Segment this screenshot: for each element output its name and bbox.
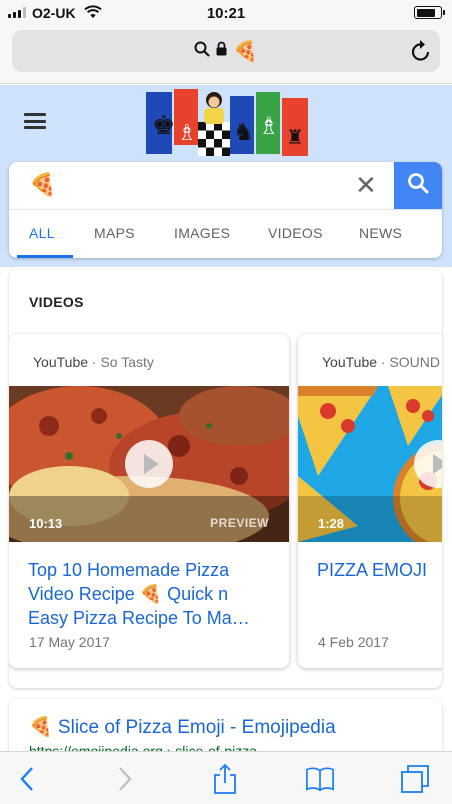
video-source-site: YouTube xyxy=(33,354,89,370)
search-icon xyxy=(194,41,210,62)
address-bar-content: 🍕 xyxy=(12,30,440,72)
video-source: YouTube · So Tasty xyxy=(33,354,154,370)
back-icon[interactable] xyxy=(12,764,42,794)
video-source: YouTube · SOUND E xyxy=(322,354,442,370)
tab-label: VIDEOS xyxy=(268,225,323,241)
tab-label: MAPS xyxy=(94,225,135,241)
battery-icon xyxy=(414,6,445,19)
svg-text:♜: ♜ xyxy=(286,125,304,149)
video-title[interactable]: PIZZA EMOJI xyxy=(317,558,442,582)
bookmarks-icon[interactable] xyxy=(305,764,335,794)
svg-text:♚: ♚ xyxy=(152,111,175,141)
reload-icon[interactable] xyxy=(410,39,432,68)
video-title[interactable]: Top 10 Homemade Pizza Video Recipe 🍕 Qui… xyxy=(28,558,273,630)
video-channel: · So Tasty xyxy=(91,354,154,370)
forward-icon[interactable] xyxy=(110,764,140,794)
browser-toolbar xyxy=(0,751,452,804)
hamburger-icon[interactable] xyxy=(24,113,46,129)
status-bar: O2-UK 10:21 xyxy=(0,0,452,26)
video-source-site: YouTube xyxy=(322,354,378,370)
preview-label: PREVIEW xyxy=(210,516,269,530)
result-title[interactable]: 🍕 Slice of Pizza Emoji - Emojipedia xyxy=(29,715,336,739)
browser-address-area: 🍕 xyxy=(0,26,452,84)
video-result[interactable]: YouTube · So Tasty 10:13 PREVIEW Top 10 … xyxy=(9,334,289,668)
tab-images[interactable]: IMAGES xyxy=(174,210,230,258)
video-duration: 10:13 xyxy=(29,516,63,531)
url-text: 🍕 xyxy=(233,40,258,63)
tab-label: NEWS xyxy=(359,225,403,241)
share-icon[interactable] xyxy=(210,764,240,794)
video-thumbnail[interactable]: 10:13 PREVIEW xyxy=(9,386,289,542)
tab-videos[interactable]: VIDEOS xyxy=(268,210,323,258)
videos-card: VIDEOS YouTube · So Tasty 10:13 PREVIEW … xyxy=(9,270,442,688)
play-icon[interactable] xyxy=(125,440,173,488)
video-date: 17 May 2017 xyxy=(29,634,110,650)
svg-text:♗: ♗ xyxy=(258,112,280,140)
status-time: 10:21 xyxy=(206,5,246,22)
videos-section-title: VIDEOS xyxy=(29,294,84,310)
video-thumbnail[interactable]: 1:28 xyxy=(298,386,442,542)
tabs-icon[interactable] xyxy=(400,764,430,794)
search-box: 🍕 ✕ ALL MAPS IMAGES VIDEOS NEWS xyxy=(9,162,442,258)
tab-label: ALL xyxy=(29,225,55,241)
video-channel: · SOUND E xyxy=(380,354,442,370)
svg-text:♞: ♞ xyxy=(233,118,255,146)
search-button[interactable] xyxy=(394,162,442,209)
svg-text:♗: ♗ xyxy=(177,121,197,146)
active-tab-indicator xyxy=(17,255,73,258)
search-input[interactable]: 🍕 xyxy=(29,172,56,198)
tab-news[interactable]: NEWS xyxy=(359,210,402,258)
video-date: 4 Feb 2017 xyxy=(318,634,389,650)
clear-icon[interactable]: ✕ xyxy=(355,170,377,201)
video-duration: 1:28 xyxy=(318,516,345,531)
search-icon xyxy=(407,172,429,199)
google-doodle[interactable]: ♚ ♗ ♞ ♗ ♜ xyxy=(144,88,310,158)
lock-icon xyxy=(216,41,227,61)
tab-label: IMAGES xyxy=(174,225,231,241)
search-tabs: ALL MAPS IMAGES VIDEOS NEWS xyxy=(9,210,442,258)
tab-maps[interactable]: MAPS xyxy=(94,210,135,258)
address-bar[interactable]: 🍕 xyxy=(12,30,440,72)
video-result[interactable]: YouTube · SOUND E 1:28 xyxy=(298,334,442,668)
tab-all[interactable]: ALL xyxy=(17,210,73,258)
